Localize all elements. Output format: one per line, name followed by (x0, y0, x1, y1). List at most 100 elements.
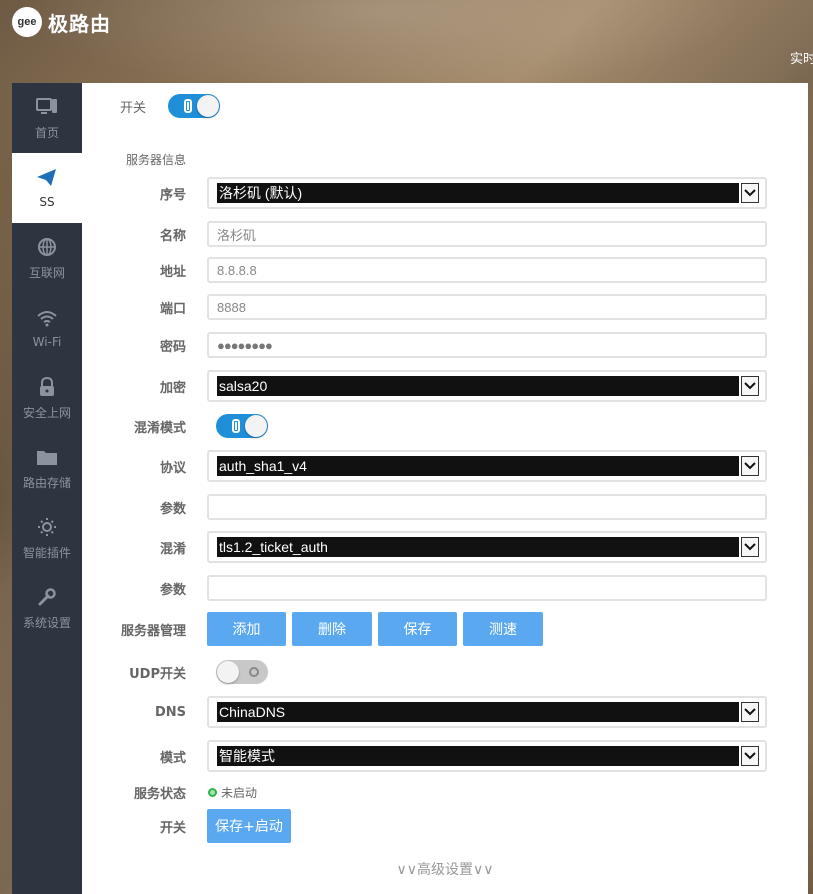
status-dot-icon (208, 787, 217, 797)
toggle-knob (197, 95, 219, 117)
sidebar-item-label: 智能插件 (22, 545, 71, 560)
encryption-row: 加密 salsa20 (82, 370, 808, 402)
chevron-down-icon[interactable] (741, 456, 759, 476)
advanced-settings-link[interactable]: ∨∨高级设置∨∨ (82, 859, 808, 879)
add-server-button[interactable]: 添加 (207, 612, 286, 646)
save-and-start-button[interactable]: 保存+启动 (207, 809, 291, 843)
obfs-label: 混淆 (159, 541, 186, 557)
globe-icon (36, 236, 58, 258)
server-index-row: 序号 洛杉矶 (默认) (82, 177, 808, 209)
encryption-label: 加密 (159, 380, 186, 396)
password-input[interactable]: ●●●●●●●● (207, 332, 767, 358)
obfs-mode-row: 混淆模式 (82, 414, 808, 438)
encryption-select[interactable]: salsa20 (207, 370, 767, 402)
toggle-off-mark (249, 667, 259, 677)
port-input[interactable]: 8888 (207, 294, 767, 320)
sidebar-item-label: SS (39, 195, 55, 209)
obfs-mode-toggle[interactable] (216, 414, 268, 438)
sidebar-item-label: 安全上网 (22, 405, 71, 420)
udp-switch-toggle[interactable] (216, 660, 268, 684)
udp-switch-row: UDP开关 (82, 660, 808, 684)
select-value: 洛杉矶 (默认) (217, 183, 739, 203)
service-status-label: 服务状态 (133, 786, 186, 802)
obfs-param-input[interactable] (207, 575, 767, 601)
app-logo[interactable]: gee 极路由 (12, 7, 111, 37)
wrench-icon (36, 586, 58, 608)
sidebar-item-settings[interactable]: 系统设置 (12, 573, 82, 643)
sidebar-item-ss[interactable]: SS (12, 153, 82, 223)
sidebar: 首页 SS 互联网 Wi-Fi 安全上网 路由存储 智能插件 系统设置 (12, 83, 82, 894)
sun-icon (36, 516, 58, 538)
toggle-on-mark (232, 419, 240, 433)
udp-switch-label: UDP开关 (129, 666, 186, 682)
server-mgmt-label: 服务器管理 (120, 623, 186, 639)
port-row: 端口 8888 (82, 294, 808, 320)
chevron-down-icon[interactable] (741, 376, 759, 396)
select-value: 智能模式 (217, 746, 739, 766)
master-switch-label: 开关 (120, 100, 147, 116)
select-value: tls1.2_ticket_auth (217, 537, 739, 557)
speedtest-button[interactable]: 测速 (463, 612, 543, 646)
service-status-value: 未启动 (221, 785, 258, 800)
folder-icon (36, 446, 58, 468)
service-status-value-wrap: 未启动 (208, 784, 257, 801)
obfs-select[interactable]: tls1.2_ticket_auth (207, 531, 767, 563)
chevron-down-icon[interactable] (741, 746, 759, 766)
mode-select[interactable]: 智能模式 (207, 740, 767, 772)
name-row: 名称 洛杉矶 (82, 221, 808, 247)
chevron-down-icon[interactable] (741, 183, 759, 203)
chevron-down-icon[interactable] (741, 702, 759, 722)
protocol-row: 协议 auth_sha1_v4 (82, 450, 808, 482)
obfs-row: 混淆 tls1.2_ticket_auth (82, 531, 808, 563)
select-value: ChinaDNS (217, 702, 739, 722)
start-row: 开关 保存+启动 (82, 809, 808, 843)
obfs-param-label: 参数 (159, 582, 186, 598)
sidebar-item-label: 首页 (34, 125, 59, 140)
sidebar-item-home[interactable]: 首页 (12, 83, 82, 153)
mode-label: 模式 (159, 750, 186, 766)
realtime-link[interactable]: 实时 (790, 48, 813, 67)
password-row: 密码 ●●●●●●●● (82, 332, 808, 358)
service-status-row: 服务状态 未启动 (82, 783, 808, 802)
sidebar-item-storage[interactable]: 路由存储 (12, 433, 82, 503)
toggle-knob (217, 661, 239, 683)
protocol-param-input[interactable] (207, 494, 767, 520)
protocol-label: 协议 (159, 460, 186, 476)
delete-server-button[interactable]: 删除 (292, 612, 372, 646)
obfs-param-row: 参数 (82, 575, 808, 601)
server-info-heading: 服务器信息 (126, 153, 187, 167)
toggle-on-mark (184, 99, 192, 113)
server-index-select[interactable]: 洛杉矶 (默认) (207, 177, 767, 209)
name-input[interactable]: 洛杉矶 (207, 221, 767, 247)
server-index-label: 序号 (159, 187, 186, 203)
logo-mark: gee (12, 7, 42, 37)
sidebar-item-internet[interactable]: 互联网 (12, 223, 82, 293)
server-mgmt-row: 服务器管理 添加 删除 保存 测速 (82, 612, 808, 646)
address-label: 地址 (159, 264, 186, 280)
wifi-icon (36, 307, 58, 329)
port-label: 端口 (159, 301, 186, 317)
obfs-mode-label: 混淆模式 (133, 420, 186, 436)
toggle-knob (245, 415, 267, 437)
protocol-param-label: 参数 (159, 501, 186, 517)
start-switch-label: 开关 (159, 820, 186, 836)
dns-row: DNS ChinaDNS (82, 696, 808, 728)
master-switch-toggle[interactable] (168, 94, 220, 118)
protocol-select[interactable]: auth_sha1_v4 (207, 450, 767, 482)
mode-row: 模式 智能模式 (82, 740, 808, 772)
address-input[interactable]: 8.8.8.8 (207, 257, 767, 283)
password-label: 密码 (159, 339, 186, 355)
select-value: salsa20 (217, 376, 739, 396)
dns-select[interactable]: ChinaDNS (207, 696, 767, 728)
lock-icon (36, 376, 58, 398)
sidebar-item-security[interactable]: 安全上网 (12, 363, 82, 433)
sidebar-item-label: 系统设置 (22, 615, 71, 630)
name-label: 名称 (159, 228, 186, 244)
save-server-button[interactable]: 保存 (378, 612, 457, 646)
sidebar-item-label: 路由存储 (22, 475, 71, 490)
sidebar-item-plugins[interactable]: 智能插件 (12, 503, 82, 573)
select-value: auth_sha1_v4 (217, 456, 739, 476)
sidebar-item-label: 互联网 (28, 265, 65, 280)
sidebar-item-wifi[interactable]: Wi-Fi (12, 293, 82, 363)
chevron-down-icon[interactable] (741, 537, 759, 557)
